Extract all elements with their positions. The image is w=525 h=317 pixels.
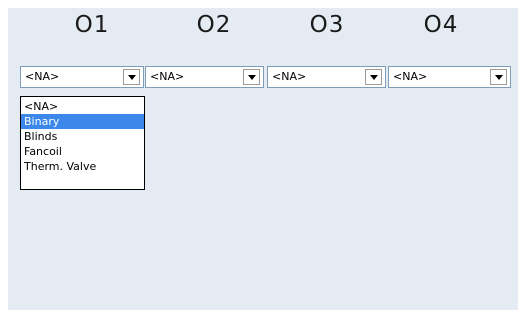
select-value: <NA> [393, 70, 428, 83]
chevron-down-icon [370, 75, 378, 80]
column-header-o1: O1 [74, 12, 110, 38]
column-header-o2: O2 [196, 12, 232, 38]
dropdown-button[interactable] [123, 69, 140, 85]
column-header-o3: O3 [309, 12, 345, 38]
select-value: <NA> [272, 70, 307, 83]
dropdown-option-blinds[interactable]: Blinds [21, 129, 144, 144]
output-type-select-o1[interactable]: <NA> [20, 66, 144, 88]
select-value: <NA> [25, 70, 60, 83]
dropdown-option-therm-valve[interactable]: Therm. Valve [21, 159, 144, 174]
select-value: <NA> [150, 70, 185, 83]
chevron-down-icon [248, 75, 256, 80]
dropdown-button[interactable] [365, 69, 382, 85]
output-type-select-o3[interactable]: <NA> [267, 66, 386, 88]
output-type-select-o4[interactable]: <NA> [388, 66, 511, 88]
dropdown-button[interactable] [490, 69, 507, 85]
dropdown-button[interactable] [243, 69, 260, 85]
output-type-dropdown-list: <NA> Binary Blinds Fancoil Therm. Valve [20, 96, 145, 190]
dropdown-option-na[interactable]: <NA> [21, 99, 144, 114]
dropdown-option-fancoil[interactable]: Fancoil [21, 144, 144, 159]
chevron-down-icon [495, 75, 503, 80]
output-type-select-o2[interactable]: <NA> [145, 66, 264, 88]
column-header-o4: O4 [423, 12, 459, 38]
dropdown-option-binary[interactable]: Binary [21, 114, 144, 129]
chevron-down-icon [128, 75, 136, 80]
